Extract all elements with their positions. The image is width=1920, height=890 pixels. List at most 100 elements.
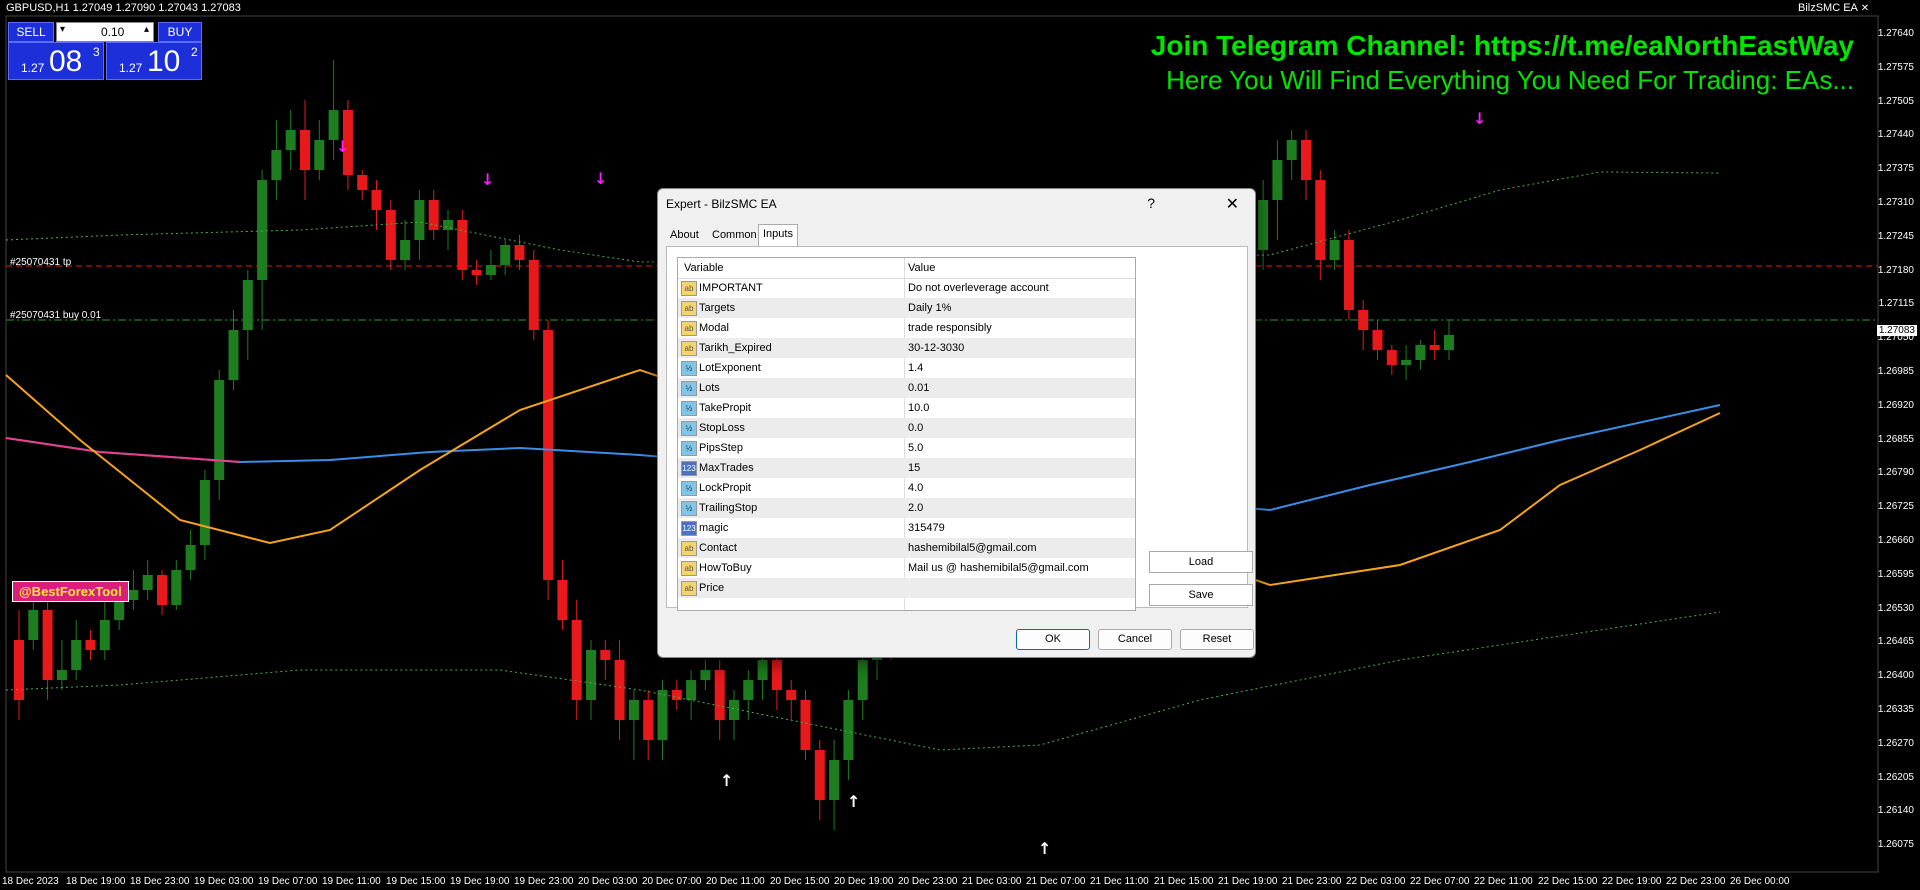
input-row[interactable]: ab Price	[678, 578, 1135, 598]
sell-price[interactable]: 1.27 08 3	[8, 42, 104, 80]
param-variable: Modal	[699, 322, 729, 334]
param-variable: Targets	[699, 302, 736, 314]
cancel-button[interactable]: Cancel	[1098, 629, 1172, 650]
param-value[interactable]: 4.0	[908, 482, 923, 494]
candle	[1444, 335, 1454, 350]
candle	[285, 130, 296, 150]
lot-increase-icon[interactable]: ▴	[144, 24, 149, 35]
param-value[interactable]: 2.0	[908, 502, 923, 514]
candle	[500, 245, 511, 265]
param-variable: PipsStep	[699, 442, 744, 454]
lot-size-field[interactable]: ▾ 0.10 ▴	[56, 22, 154, 42]
tab-about[interactable]: About	[666, 226, 703, 244]
param-value[interactable]: 1.4	[908, 362, 923, 374]
candle	[28, 610, 39, 640]
param-value[interactable]: hashemibilal5@gmail.com	[908, 542, 1037, 554]
param-value[interactable]: 5.0	[908, 442, 923, 454]
candle	[571, 620, 582, 700]
inputs-grid: Variable Value ab IMPORTANT Do not overlev…	[677, 257, 1136, 611]
input-row[interactable]: 123 MaxTrades 15	[678, 458, 1135, 478]
input-row[interactable]: ½ TakePropit 10.0	[678, 398, 1135, 418]
candle	[714, 670, 725, 720]
buy-button[interactable]: BUY	[158, 22, 202, 42]
time-tick: 20 Dec 03:00	[578, 876, 638, 887]
time-tick: 21 Dec 23:00	[1282, 876, 1342, 887]
input-row[interactable]: ½ PipsStep 5.0	[678, 438, 1135, 458]
param-value[interactable]: 10.0	[908, 402, 929, 414]
param-value[interactable]: 0.0	[908, 422, 923, 434]
input-row[interactable]: ½ Lots 0.01	[678, 378, 1135, 398]
sell-button[interactable]: SELL	[8, 22, 54, 42]
param-value[interactable]: 0.01	[908, 382, 929, 394]
sell-price-big: 08	[49, 45, 83, 78]
tab-inputs[interactable]: Inputs	[758, 224, 798, 246]
input-row[interactable]: ½ TrailingStop 2.0	[678, 498, 1135, 518]
price-tick: 1.26920	[1877, 399, 1914, 411]
price-tick: 1.27180	[1877, 264, 1914, 276]
tab-common[interactable]: Common	[708, 226, 761, 244]
close-icon[interactable]: ✕	[1226, 194, 1239, 214]
watermark-label: @BestForexTool	[12, 581, 129, 602]
candle	[528, 260, 539, 330]
ea-name-label: BilzSMC EA	[1798, 2, 1858, 14]
candle	[371, 190, 382, 210]
input-row[interactable]: 123 magic 315479	[678, 518, 1135, 538]
param-value[interactable]: Do not overleverage account	[908, 282, 1049, 294]
reset-button[interactable]: Reset	[1180, 629, 1254, 650]
ok-button[interactable]: OK	[1016, 629, 1090, 650]
param-type-icon: ½	[681, 441, 697, 456]
telegram-line-1: Join Telegram Channel: https://t.me/eaNo…	[1150, 30, 1854, 61]
lot-value: 0.10	[101, 25, 125, 39]
lot-decrease-icon[interactable]: ▾	[60, 24, 65, 35]
time-tick: 18 Dec 23:00	[130, 876, 190, 887]
candle	[1401, 360, 1412, 365]
candle	[485, 265, 496, 275]
input-row[interactable]: ab Tarikh_Expired 30-12-3030	[678, 338, 1135, 358]
buy-arrow-icon: ↑	[720, 771, 733, 790]
input-row[interactable]: ½ StopLoss 0.0	[678, 418, 1135, 438]
input-row[interactable]: ab Contact hashemibilal5@gmail.com	[678, 538, 1135, 558]
close-chart-icon[interactable]: ✕	[1860, 4, 1870, 14]
load-button[interactable]: Load	[1149, 551, 1253, 573]
input-row[interactable]: ½ LotExponent 1.4	[678, 358, 1135, 378]
telegram-line-2: Here You Will Find Everything You Need F…	[1166, 65, 1854, 95]
candle	[743, 680, 754, 700]
input-row[interactable]: ab HowToBuy Mail us @ hashemibilal5@gmail.…	[678, 558, 1135, 578]
price-tick: 1.27310	[1877, 197, 1914, 208]
param-variable: LotExponent	[699, 362, 761, 374]
candle	[1358, 310, 1369, 330]
candle	[400, 240, 411, 260]
input-row[interactable]: ab Targets Daily 1%	[678, 298, 1135, 318]
price-tick: 1.26400	[1877, 670, 1914, 682]
candle	[328, 110, 339, 140]
param-variable: HowToBuy	[699, 562, 752, 574]
param-value[interactable]: Mail us @ hashemibilal5@gmail.com	[908, 562, 1089, 574]
time-tick: 22 Dec 15:00	[1538, 876, 1598, 887]
price-tick: 1.26270	[1877, 737, 1914, 749]
candle	[771, 660, 782, 690]
input-row[interactable]: ab IMPORTANT Do not overleverage account	[678, 278, 1135, 298]
buy-price[interactable]: 1.27 10 2	[106, 42, 202, 80]
input-row[interactable]: ½ LockPropit 4.0	[678, 478, 1135, 498]
candle	[643, 700, 654, 740]
param-type-icon: 123	[681, 521, 697, 536]
candle	[1286, 140, 1297, 160]
help-icon[interactable]: ?	[1147, 195, 1155, 211]
candle	[271, 150, 282, 180]
input-row[interactable]: ab Modal trade responsibly	[678, 318, 1135, 338]
sell-price-prefix: 1.27	[21, 61, 45, 75]
buy-arrow-icon: ↑	[847, 792, 860, 811]
param-value[interactable]: 15	[908, 462, 920, 474]
save-button[interactable]: Save	[1149, 584, 1253, 606]
candle	[171, 570, 182, 605]
param-type-icon: ½	[681, 361, 697, 376]
param-type-icon: ½	[681, 381, 697, 396]
candle	[557, 580, 568, 620]
param-type-icon: ab	[681, 281, 697, 296]
param-variable: IMPORTANT	[699, 282, 763, 294]
buy-price-big: 10	[147, 45, 181, 78]
param-value[interactable]: 315479	[908, 522, 945, 534]
param-value[interactable]: trade responsibly	[908, 322, 992, 334]
param-value[interactable]: 30-12-3030	[908, 342, 964, 354]
param-value[interactable]: Daily 1%	[908, 302, 951, 314]
